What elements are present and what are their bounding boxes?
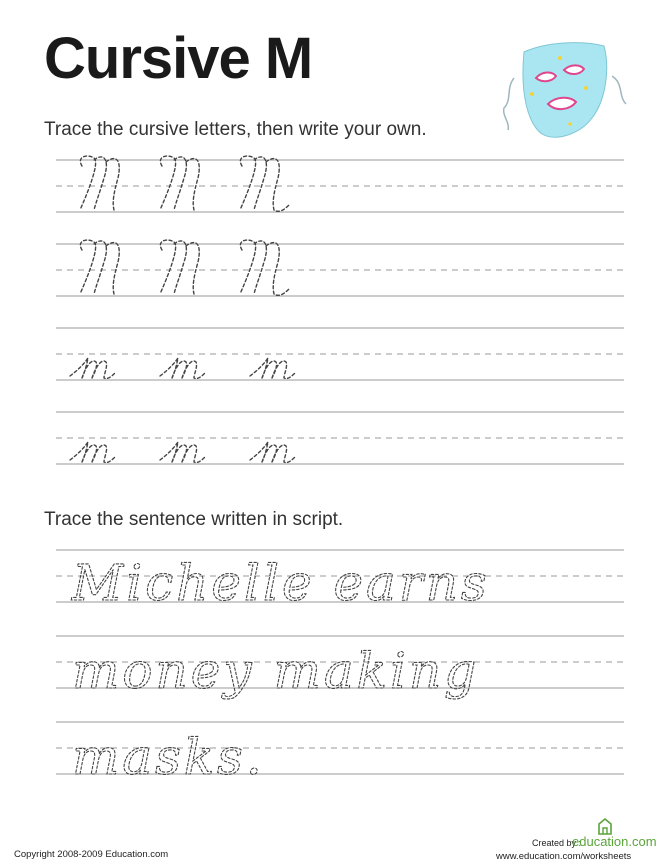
education-logo-icon (598, 817, 612, 835)
worksheets-url: www.education.com/worksheets (496, 851, 632, 862)
sentence-line-1: Michelle earns (71, 554, 490, 612)
uppercase-m-row-1 (79, 155, 291, 213)
copyright-notice: Copyright 2008-2009 Education.com (14, 849, 169, 860)
writing-sheet: Michelle earns money making masks. (56, 155, 624, 787)
lowercase-m-row-1 (69, 357, 297, 380)
sentence-line-3: masks. (72, 728, 265, 786)
uppercase-m-row-2 (79, 239, 291, 297)
sentence-line-2: money making (72, 642, 479, 700)
lowercase-m-row-2 (69, 441, 297, 464)
brand-name: education.com (572, 834, 657, 849)
